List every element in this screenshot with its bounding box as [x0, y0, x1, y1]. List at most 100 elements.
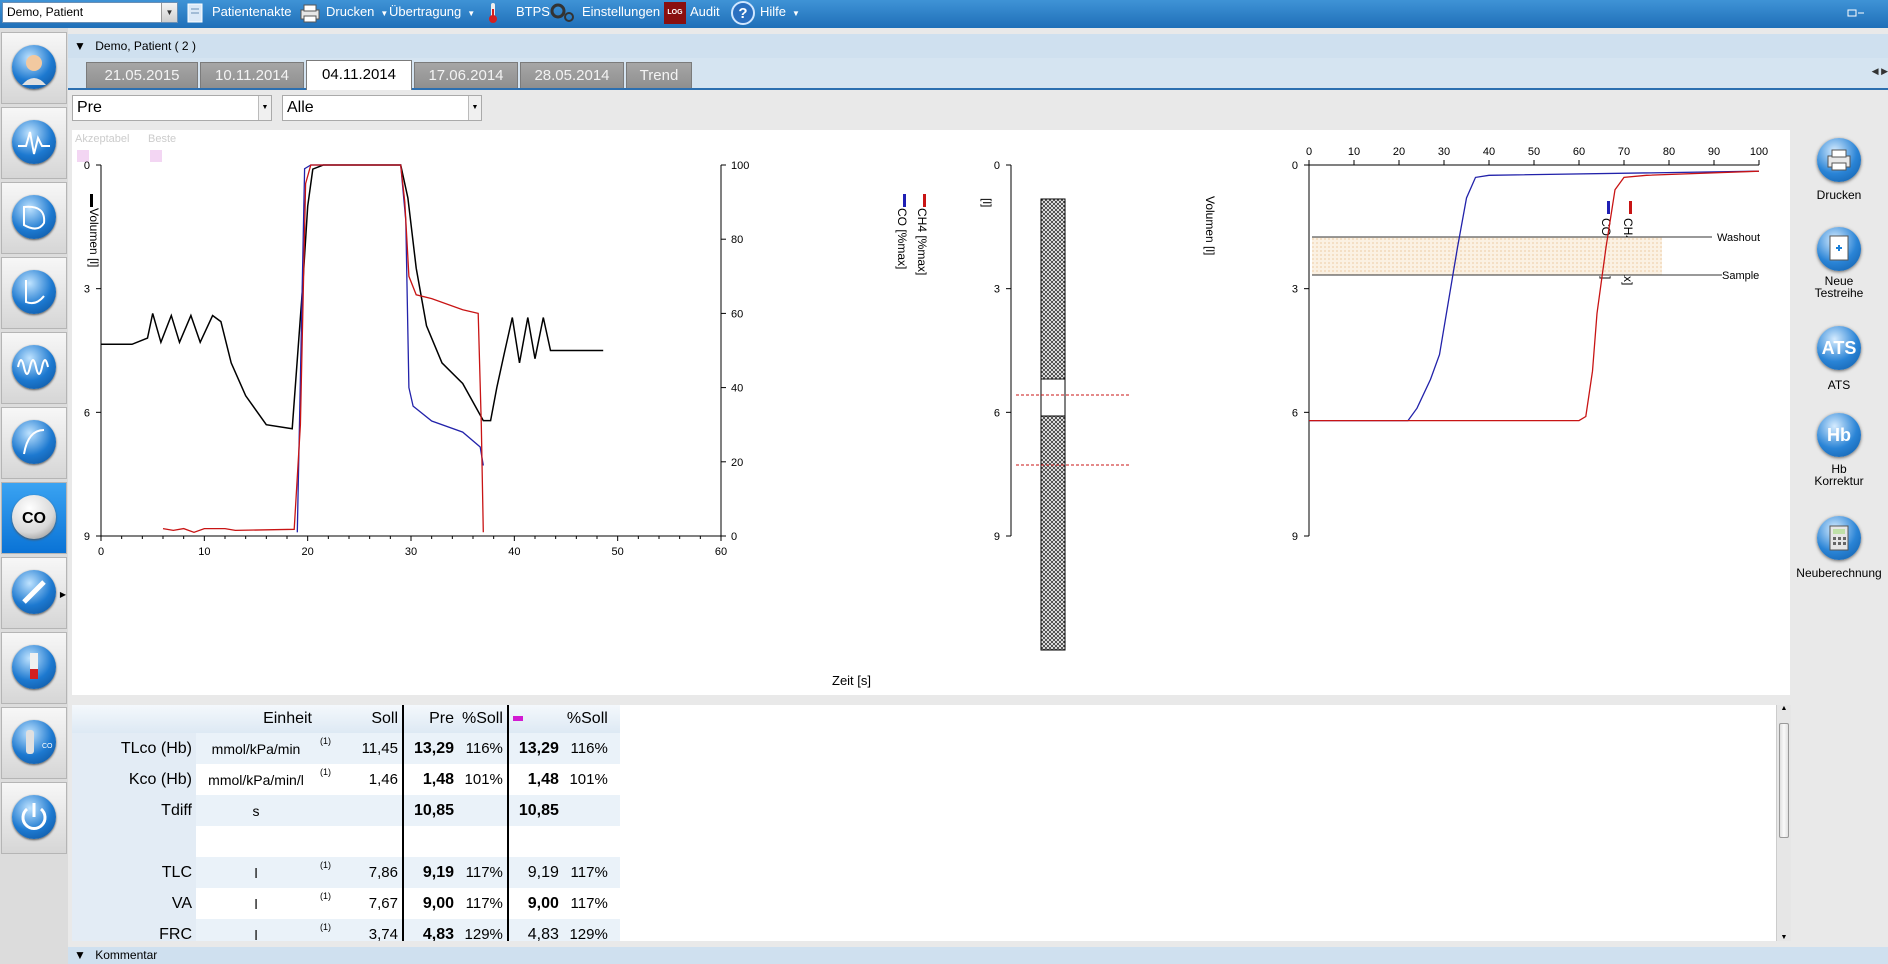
einstellungen-button[interactable]: Einstellungen [548, 0, 660, 28]
uebertragung-label: Übertragung [389, 4, 462, 19]
chevron-down-icon: ▼ [467, 9, 476, 18]
cell-unit [196, 826, 316, 857]
new-document-icon [1817, 227, 1861, 271]
drucken-toolbar-button[interactable]: Drucken ▼ [298, 0, 388, 28]
tab-17-06-2014[interactable]: 17.06.2014 [414, 62, 518, 88]
scope-select[interactable]: Alle ▼ [282, 95, 482, 121]
patientenakte-button[interactable]: Patientenakte [184, 0, 292, 28]
ats-button[interactable]: ATS ATS [1790, 326, 1888, 392]
cell-pct2 [563, 795, 612, 826]
oscillation-icon [12, 345, 56, 389]
patient-select[interactable]: Demo, Patient ▼ [2, 2, 178, 23]
printer-icon [300, 4, 320, 23]
tab-21-05-2015[interactable]: 21.05.2015 [86, 62, 198, 88]
col-filler [612, 705, 620, 733]
cell-v2: 13,29 [518, 739, 559, 757]
nav-compliance[interactable] [1, 407, 67, 479]
table-row[interactable]: TLco (Hb) mmol/kPa/min (1) 11,45 13,29 116% 13… [72, 733, 620, 764]
table-row[interactable]: TLC l (1) 7,86 9,19 117% 9,19 117% [72, 857, 620, 888]
chart1-right-tick-label: 20 [731, 457, 743, 469]
window-controls[interactable] [1834, 6, 1874, 20]
patient-face-icon [12, 45, 56, 89]
nav-body-box[interactable] [1, 257, 67, 329]
chart1-co-legend-swatch [903, 194, 906, 207]
cell-pct: 117% [458, 857, 509, 888]
table-row[interactable]: Tdiff s 10,85 10,85 [72, 795, 620, 826]
table-scrollbar[interactable]: ▲ ▼ [1776, 705, 1791, 941]
scope-select-value: Alle [287, 99, 314, 116]
phase-select[interactable]: Pre ▼ [72, 95, 272, 121]
tab-scroll-arrows[interactable]: ◀ ▶ [1872, 66, 1888, 77]
chevron-down-icon: ▼ [380, 9, 389, 18]
chart3-x-tick-label: 20 [1393, 146, 1405, 158]
nav-diffusion-co[interactable]: CO [1, 482, 67, 554]
chart1-right-tick-label: 100 [731, 160, 749, 172]
collapse-triangle-icon[interactable]: ▼ [74, 948, 86, 962]
bar-upper-segment [1040, 198, 1066, 380]
tab-28-05-2014[interactable]: 28.05.2014 [520, 62, 624, 88]
drucken-side-button[interactable]: Drucken [1790, 138, 1888, 202]
chevron-down-icon[interactable]: ▼ [258, 96, 271, 120]
scroll-up-icon[interactable]: ▲ [1777, 705, 1791, 712]
nav-gas-analysis[interactable]: CO [1, 707, 67, 779]
nav-provocation[interactable]: ▶ [1, 557, 67, 629]
table-row[interactable] [72, 826, 620, 857]
cell-note [316, 795, 354, 826]
nav-flow-volume[interactable] [1, 182, 67, 254]
svg-text:CO: CO [42, 743, 53, 750]
chevron-down-icon[interactable]: ▼ [161, 3, 177, 22]
chart1-ylabel: Volumen [l] [87, 208, 101, 267]
cell-filler [612, 888, 620, 919]
tab-10-11-2014[interactable]: 10.11.2014 [200, 62, 304, 88]
cell-filler [612, 857, 620, 888]
ats-icon: ATS [1817, 326, 1861, 370]
neuberechnung-button[interactable]: Neuberechnung [1790, 516, 1888, 580]
gas-bottle-icon: CO [12, 720, 56, 764]
btps-button[interactable]: BTPS [484, 0, 550, 28]
hb-korrektur-button[interactable]: Hb Hb Korrektur [1790, 413, 1888, 487]
compare-legend-swatch [512, 716, 523, 722]
scroll-thumb[interactable] [1779, 723, 1789, 838]
minimize-icon[interactable] [1834, 6, 1874, 20]
ats-label: ATS [1827, 378, 1851, 392]
neue-testreihe-button[interactable]: Neue Testreihe [1790, 227, 1888, 299]
scroll-down-icon[interactable]: ▼ [1777, 934, 1791, 941]
cell-v2: 9,00 [527, 894, 559, 912]
cell-note: (1) [320, 860, 331, 870]
chart2-axes: 0 3 6 9 [994, 160, 1012, 543]
chart1-x-tick-label: 50 [612, 546, 624, 558]
tab-trend[interactable]: Trend [626, 62, 692, 88]
uebertragung-button[interactable]: Übertragung ▼ [389, 0, 475, 28]
chart1-x-tick-label: 0 [98, 546, 104, 558]
nav-oscillation[interactable] [1, 332, 67, 404]
hilfe-button[interactable]: ? Hilfe ▼ [730, 0, 800, 28]
cell-filler [612, 733, 620, 764]
nav-patient[interactable] [1, 32, 67, 104]
table-row[interactable]: FRC l (1) 3,74 4,83 129% 4,83 129% [72, 919, 620, 941]
cell-pct2: 117% [570, 895, 608, 912]
cell-v2 [508, 826, 563, 857]
table-row[interactable]: Kco (Hb) mmol/kPa/min/l (1) 1,46 1,48 101% 1,4… [72, 764, 620, 795]
calculator-icon [1817, 516, 1861, 560]
nav-power[interactable] [1, 782, 67, 854]
cell-filler [612, 764, 620, 795]
cell-param: TLC [72, 857, 196, 888]
table-row[interactable]: VA l (1) 7,67 9,00 117% 9,00 117% [72, 888, 620, 919]
syringe-icon [12, 570, 56, 614]
chevron-down-icon[interactable]: ▼ [468, 96, 481, 120]
tab-04-11-2014[interactable]: 04.11.2014 [306, 60, 412, 90]
nav-spirometry[interactable] [1, 107, 67, 179]
comment-panel-header[interactable]: ▼ Kommentar [68, 947, 1888, 964]
cell-unit: mmol/kPa/min/l [208, 771, 304, 788]
chart3-axes: 0 10 20 30 40 50 60 70 80 90 100 0 3 6 9 [1292, 146, 1768, 543]
patient-panel-header[interactable]: ▼ Demo, Patient ( 2 ) [68, 34, 1888, 59]
col-compare [508, 705, 563, 733]
patient-record-icon [187, 3, 203, 23]
washout-ch4-curve [1309, 170, 1760, 422]
col-pre: Pre [429, 710, 454, 727]
patientenakte-label: Patientenakte [212, 4, 292, 19]
collapse-triangle-icon[interactable]: ▼ [74, 39, 86, 53]
audit-button[interactable]: LOG Audit [664, 0, 720, 28]
nav-bloodgas[interactable] [1, 632, 67, 704]
chart3-co-legend-swatch [1607, 201, 1610, 214]
